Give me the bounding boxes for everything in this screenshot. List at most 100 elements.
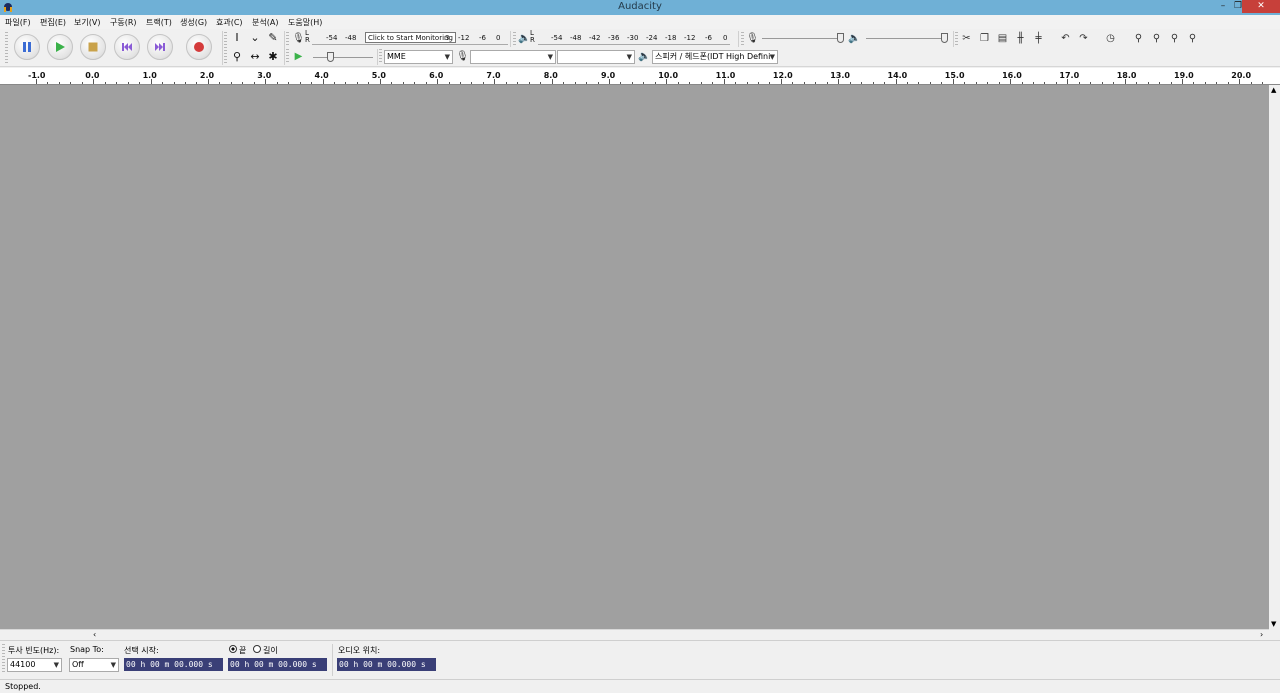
close-button[interactable]: ✕ — [1242, 0, 1280, 13]
menu-help[interactable]: 도움말(H) — [288, 17, 322, 28]
chevron-down-icon: ▼ — [110, 661, 116, 669]
project-rate-label: 투사 빈도(Hz): — [8, 646, 60, 655]
selection-end-time[interactable]: 00 h 00 m 00.000 s — [228, 658, 327, 671]
window-title: Audacity — [618, 1, 662, 12]
fit-project-icon[interactable]: ⚲ — [1185, 31, 1200, 46]
skip-to-end-button[interactable] — [147, 34, 173, 60]
status-text: Stopped. — [5, 682, 41, 691]
trim-icon[interactable]: ╫ — [1013, 31, 1028, 46]
end-radio[interactable] — [229, 645, 237, 653]
ruler-minor-tick — [333, 82, 335, 84]
play-tick: -18 — [665, 34, 677, 42]
audio-position-time[interactable]: 00 h 00 m 00.000 s — [337, 658, 436, 671]
ruler-minor-tick — [1147, 82, 1149, 84]
scroll-down-icon[interactable]: ▼ — [1271, 620, 1276, 628]
sync-lock-icon[interactable]: ◷ — [1103, 31, 1118, 46]
timeshift-tool-icon[interactable]: ↔ — [247, 49, 263, 65]
envelope-tool-icon[interactable]: ⌄ — [247, 30, 263, 46]
pause-button[interactable] — [14, 34, 40, 60]
ruler-minor-tick — [815, 82, 817, 84]
track-area[interactable] — [0, 85, 1269, 629]
record-meter[interactable]: -54 -48 Click to Start Monitoring 3 -12 … — [312, 31, 508, 45]
multi-tool-icon[interactable]: ✱ — [265, 49, 281, 65]
ruler-minor-tick — [1170, 82, 1172, 84]
title-bar: Audacity – ❐ ✕ — [0, 0, 1280, 15]
cut-icon[interactable]: ✂ — [959, 31, 974, 46]
horizontal-scrollbar[interactable]: ‹ › — [0, 629, 1269, 640]
menu-effect[interactable]: 효과(C) — [216, 17, 243, 28]
toolbar-grip[interactable] — [5, 32, 8, 64]
play-speed-thumb[interactable] — [327, 52, 334, 62]
fit-selection-icon[interactable]: ⚲ — [1167, 31, 1182, 46]
menu-edit[interactable]: 편집(E) — [40, 17, 66, 28]
ruler-minor-tick — [746, 82, 748, 84]
ruler-minor-tick — [689, 82, 691, 84]
ruler-tick-mark — [666, 79, 668, 84]
playback-volume-slider[interactable] — [866, 38, 948, 39]
selection-start-time[interactable]: 00 h 00 m 00.000 s — [124, 658, 223, 671]
zoom-in-icon[interactable]: ⚲ — [1131, 31, 1146, 46]
ruler-minor-tick — [528, 82, 530, 84]
ruler-tick-label: 16.0 — [1002, 71, 1022, 80]
silence-icon[interactable]: ╪ — [1031, 31, 1046, 46]
menu-file[interactable]: 파일(F) — [5, 17, 31, 28]
ruler-minor-tick — [654, 82, 656, 84]
ruler-tick-mark — [207, 79, 209, 84]
zoom-out-icon[interactable]: ⚲ — [1149, 31, 1164, 46]
record-volume-thumb[interactable] — [837, 33, 844, 43]
undo-icon[interactable]: ↶ — [1058, 31, 1073, 46]
speaker-volume-icon: 🔈 — [848, 33, 861, 44]
menu-transport[interactable]: 구동(R) — [110, 17, 137, 28]
stop-button[interactable] — [80, 34, 106, 60]
play-at-speed-icon[interactable]: ▶ — [291, 49, 306, 64]
length-radio[interactable] — [253, 645, 261, 653]
snap-to-select[interactable]: Off ▼ — [69, 658, 119, 672]
project-rate-select[interactable]: 44100 ▼ — [7, 658, 62, 672]
toolbar-grip[interactable] — [286, 32, 289, 46]
vertical-scrollbar[interactable]: ▲ ▼ — [1269, 85, 1280, 629]
skip-to-start-button[interactable] — [114, 34, 140, 60]
toolbar-grip[interactable] — [224, 32, 227, 64]
audio-host-select[interactable]: MME ▼ — [384, 50, 453, 64]
timeline-ruler[interactable]: -1.0 0.0 1.0 2.0 3.0 4.0 5.0 6.0 7.0 8.0 9.0 10.0 11… — [0, 68, 1280, 85]
ruler-tick-mark — [1010, 79, 1012, 84]
redo-icon[interactable]: ↷ — [1076, 31, 1091, 46]
draw-tool-icon[interactable]: ✎ — [265, 30, 281, 46]
scroll-left-icon[interactable]: ‹ — [93, 630, 96, 639]
record-button[interactable] — [186, 34, 212, 60]
ruler-minor-tick — [586, 82, 588, 84]
scroll-up-icon[interactable]: ▲ — [1271, 86, 1276, 94]
toolbar-grip[interactable] — [741, 32, 744, 46]
menu-analyze[interactable]: 분석(A) — [252, 17, 278, 28]
toolbar-grip[interactable] — [955, 32, 958, 46]
scroll-right-icon[interactable]: › — [1260, 630, 1263, 639]
toolbar-grip[interactable] — [379, 49, 382, 63]
play-button[interactable] — [47, 34, 73, 60]
toolbar-grip[interactable] — [2, 644, 5, 674]
playback-volume-thumb[interactable] — [941, 33, 948, 43]
monitoring-tooltip[interactable]: Click to Start Monitoring — [365, 32, 456, 43]
record-volume-slider[interactable] — [762, 38, 844, 39]
microphone-icon[interactable]: 🎙 — [291, 31, 306, 46]
ruler-minor-tick — [1250, 82, 1252, 84]
play-speed-slider[interactable] — [313, 57, 373, 58]
ruler-tick-mark — [322, 79, 324, 84]
ruler-minor-tick — [230, 82, 232, 84]
ruler-tick-mark — [952, 79, 954, 84]
ruler-minor-tick — [884, 82, 886, 84]
zoom-tool-icon[interactable]: ⚲ — [229, 49, 245, 65]
input-channels-select[interactable]: ▼ — [557, 50, 635, 64]
menu-tracks[interactable]: 트랙(T) — [146, 17, 172, 28]
toolbar-grip[interactable] — [286, 49, 289, 63]
paste-icon[interactable]: ▤ — [995, 31, 1010, 46]
ruler-tick-mark — [1124, 79, 1126, 84]
selection-tool-icon[interactable]: I — [229, 30, 245, 46]
menu-generate[interactable]: 생성(G) — [180, 17, 207, 28]
output-device-select[interactable]: 스피커 / 헤드폰(IDT High Defini ▼ — [652, 50, 778, 64]
ruler-tick-label: 14.0 — [887, 71, 908, 80]
toolbar-grip[interactable] — [513, 32, 516, 46]
copy-icon[interactable]: ❐ — [977, 31, 992, 46]
menu-view[interactable]: 보기(V) — [74, 17, 100, 28]
input-device-select[interactable]: ▼ — [470, 50, 556, 64]
playback-meter[interactable]: -54 -48 -42 -36 -30 -24 -18 -12 -6 0 — [538, 31, 730, 45]
